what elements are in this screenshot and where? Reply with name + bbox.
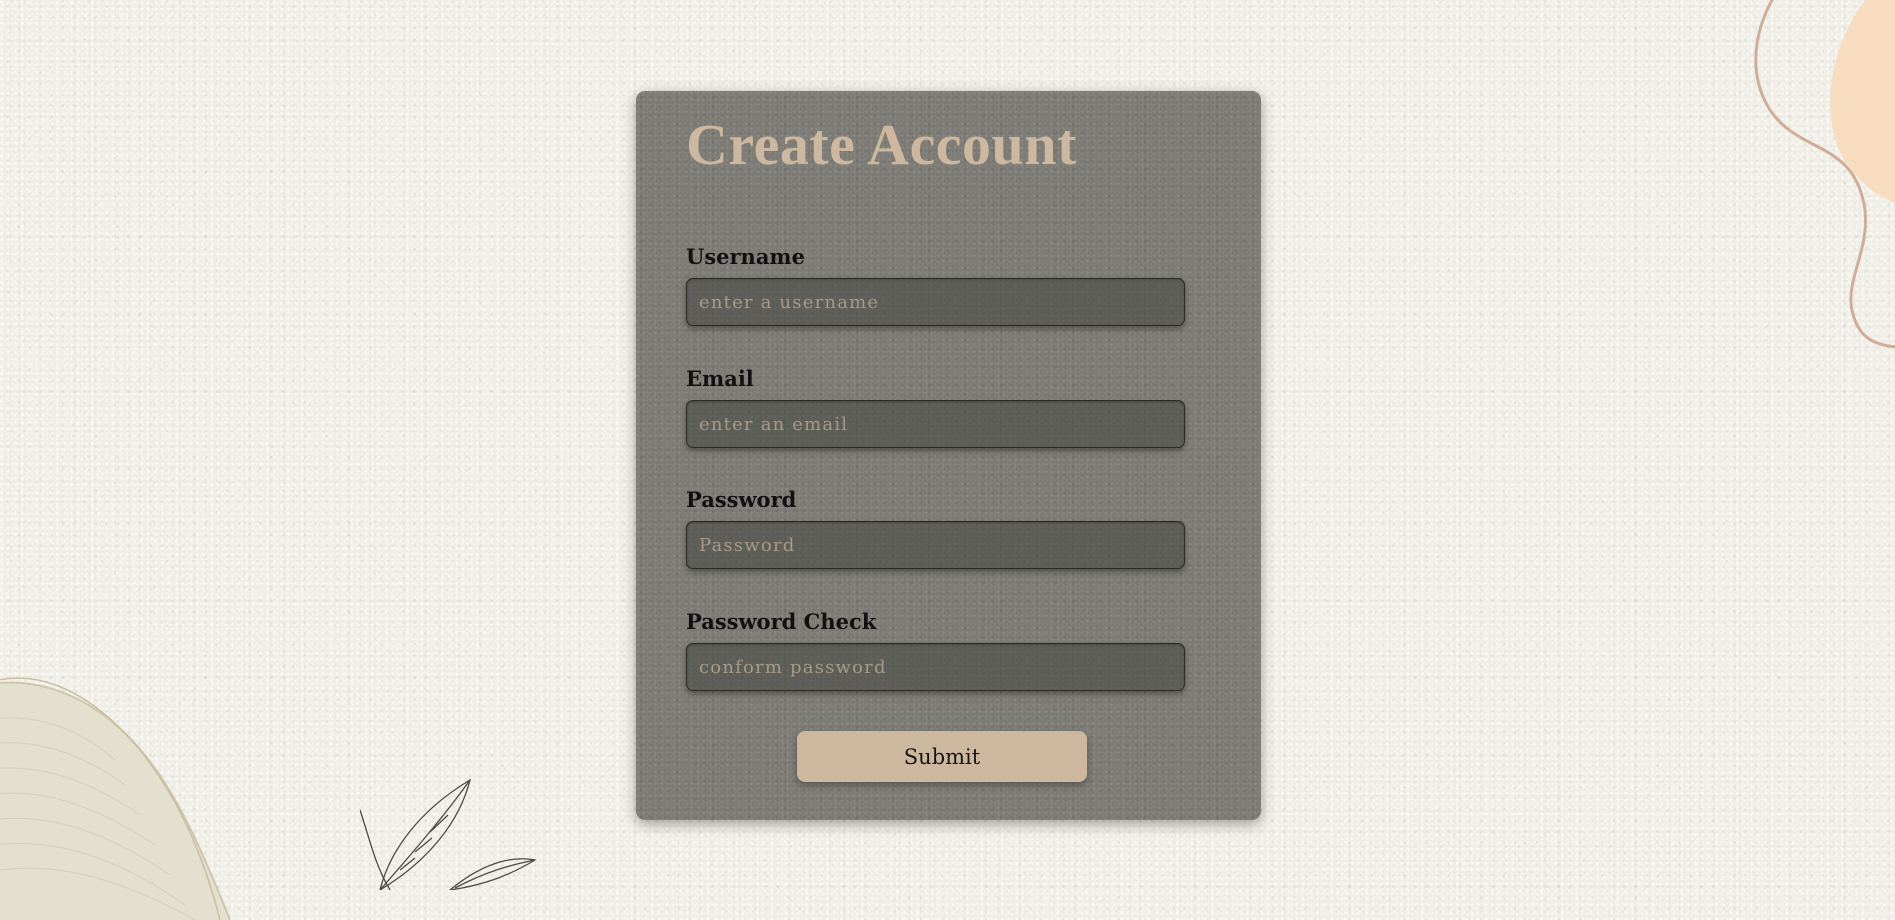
password-check-input[interactable] <box>686 643 1185 691</box>
username-field-group: Username <box>686 244 1185 326</box>
submit-button[interactable]: Submit <box>797 731 1087 782</box>
fabric-decoration <box>0 677 231 920</box>
username-input[interactable] <box>686 278 1185 326</box>
password-check-label: Password Check <box>686 609 877 634</box>
blob-decoration <box>1754 0 1895 349</box>
username-label: Username <box>686 244 806 269</box>
password-label: Password <box>686 487 797 512</box>
page-title: Create Account <box>686 112 1077 177</box>
email-label: Email <box>686 366 754 391</box>
email-field-group: Email <box>686 366 1185 448</box>
leaf-decoration <box>360 778 537 890</box>
password-check-field-group: Password Check <box>686 609 1185 691</box>
create-account-card: Create Account Username Email Password P… <box>636 91 1261 820</box>
password-input[interactable] <box>686 521 1185 569</box>
password-field-group: Password <box>686 487 1185 569</box>
email-input[interactable] <box>686 400 1185 448</box>
